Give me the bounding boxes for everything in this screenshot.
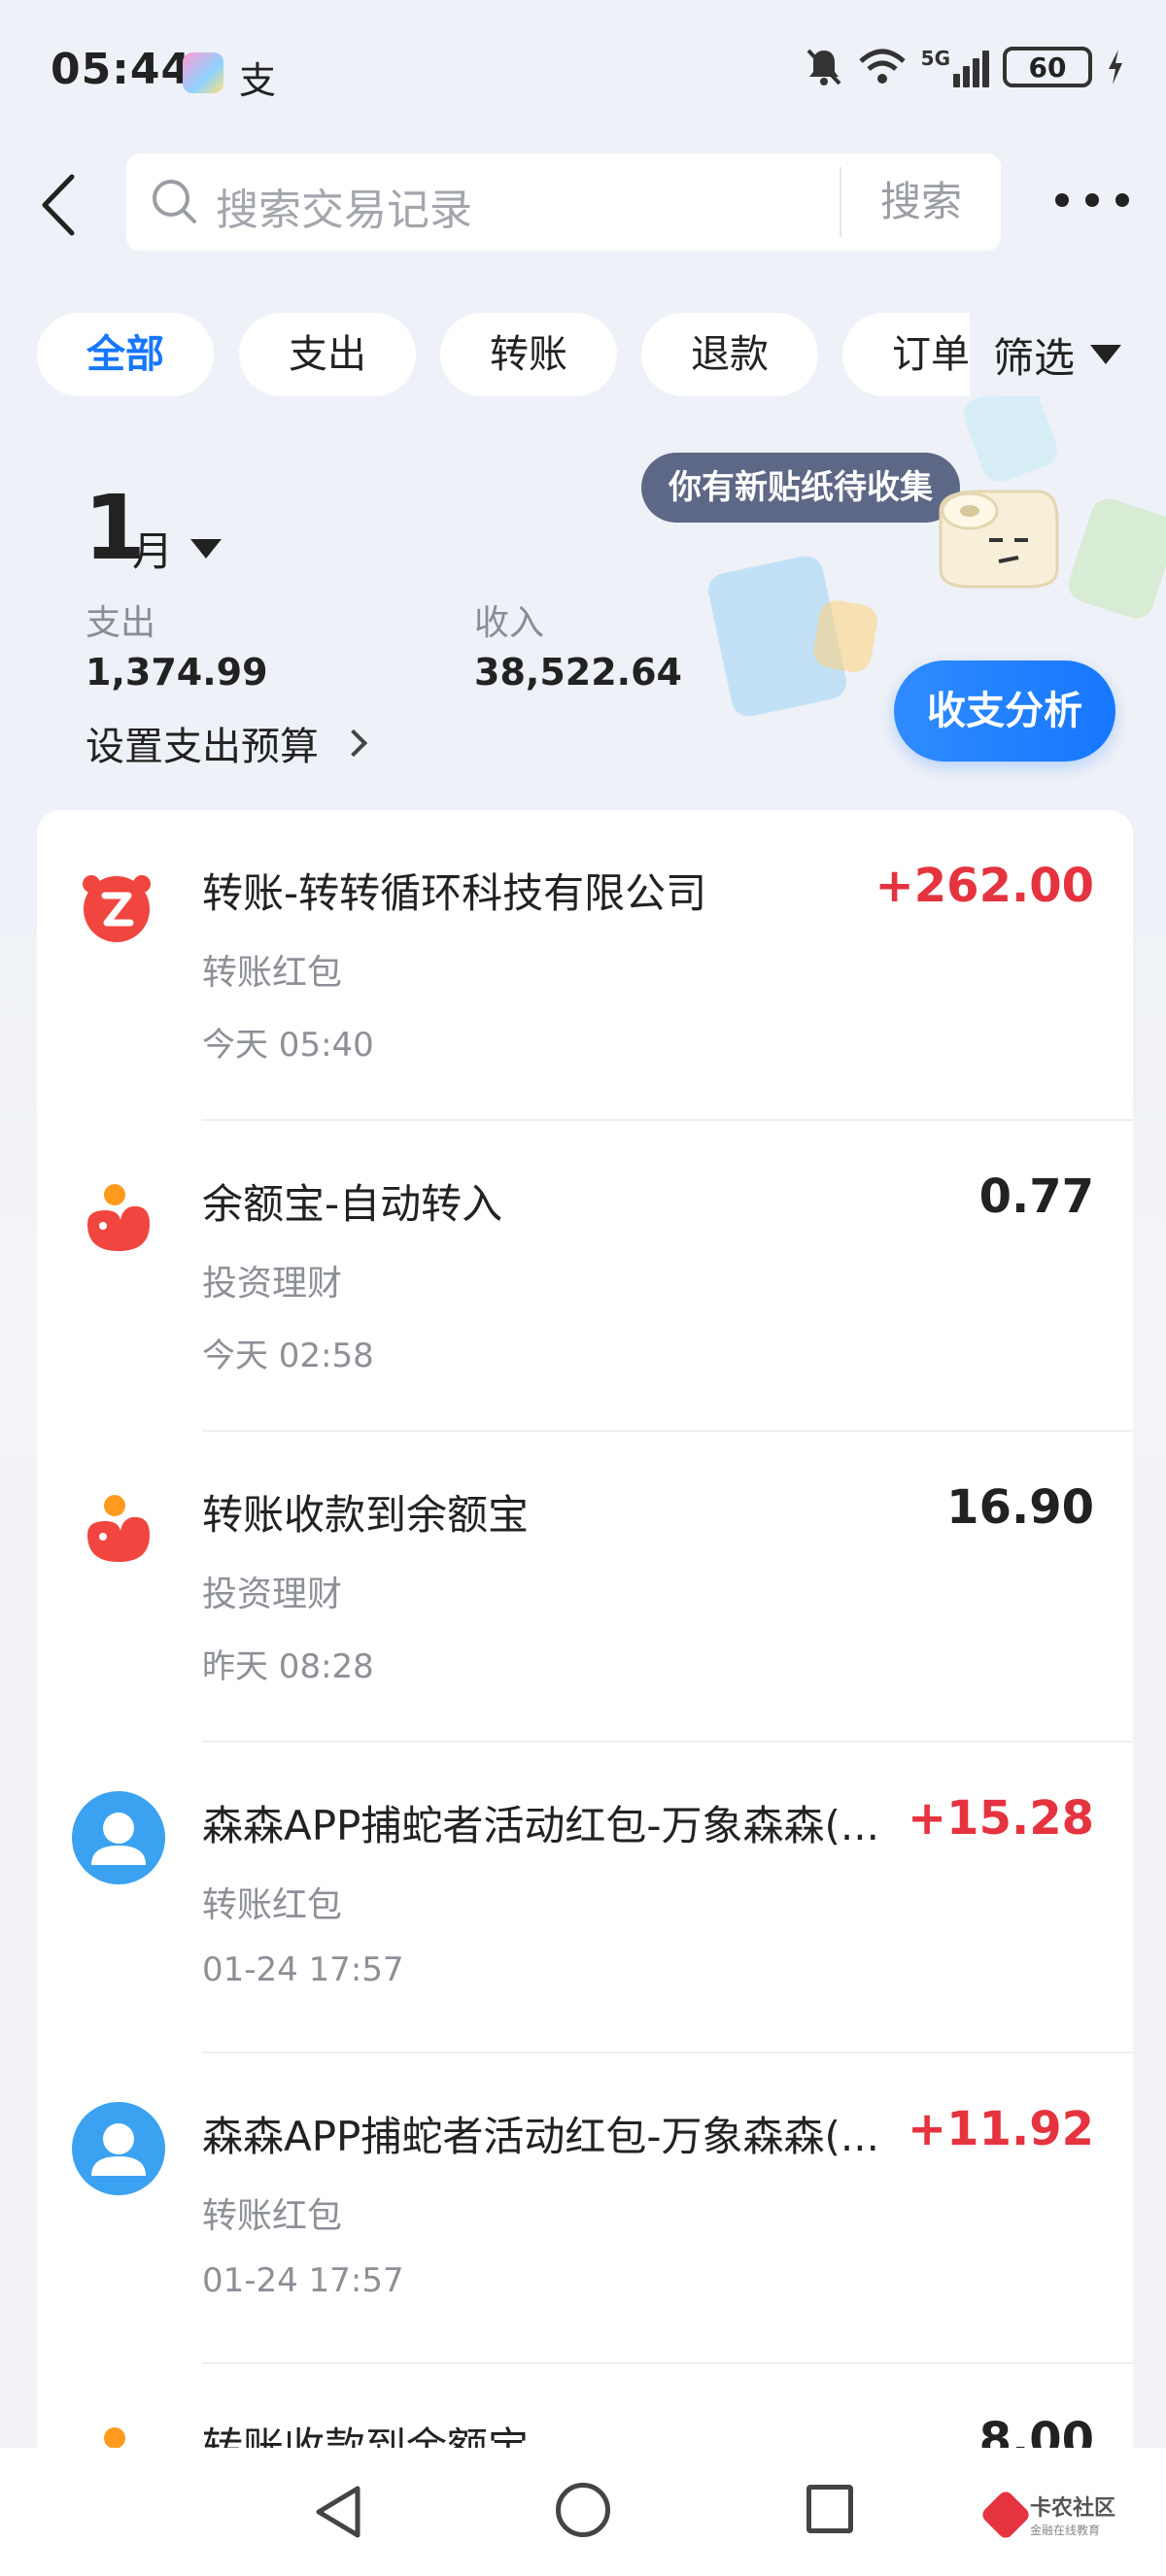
mute-bell-icon xyxy=(806,49,841,85)
income-value: 38,522.64 xyxy=(474,651,682,694)
set-budget-link[interactable]: 设置支出预算 xyxy=(86,715,368,771)
transaction-title: 森森APP捕蛇者活动红包-万象森森(... xyxy=(202,1802,879,1849)
status-bar: 05:44 支 5G 60 xyxy=(0,0,1166,146)
transaction-list: 转账-转转循环科技有限公司 转账红包 今天 05:40 +262.00 余额宝-… xyxy=(37,810,1133,2461)
watermark-title: 卡农社区 xyxy=(1030,2496,1116,2521)
toilet-roll-sticker-icon[interactable] xyxy=(921,472,1067,598)
back-arrow-icon xyxy=(42,174,75,236)
filter-label: 筛选 xyxy=(993,333,1076,382)
search-icon xyxy=(153,180,196,223)
snack-decoration xyxy=(810,597,880,675)
income-label: 收入 xyxy=(474,603,545,643)
set-budget-label: 设置支出预算 xyxy=(86,725,319,769)
search-input[interactable]: 搜索交易记录 xyxy=(216,175,472,237)
more-dot-icon xyxy=(1085,193,1099,207)
search-button[interactable]: 搜索 xyxy=(841,153,1001,251)
system-nav-bar: 卡农社区 金融在线教育 xyxy=(0,2448,1166,2576)
alipay-status-icon: 支 xyxy=(239,59,277,102)
zhuanzhuan-logo-icon xyxy=(83,875,151,942)
watermark-subtitle: 金融在线教育 xyxy=(1030,2524,1101,2537)
tab-refund[interactable]: 退款 xyxy=(641,313,818,396)
transaction-row[interactable]: 森森APP捕蛇者活动红包-万象森森(... 转账红包 01-24 17:57 +… xyxy=(37,1743,1133,2053)
game-app-icon xyxy=(183,52,223,93)
transaction-row[interactable]: 森森APP捕蛇者活动红包-万象森森(... 转账红包 01-24 17:57 +… xyxy=(37,2053,1133,2364)
transaction-time: 今天 05:40 xyxy=(202,1026,374,1065)
transaction-time: 01-24 17:57 xyxy=(202,2261,404,2300)
category-tabs: 全部 支出 转账 退款 订单 xyxy=(37,313,970,396)
transaction-amount: 0.77 xyxy=(978,1169,1094,1224)
tab-all[interactable]: 全部 xyxy=(37,313,214,396)
yuebao-icon xyxy=(87,1184,150,1251)
transaction-category: 转账红包 xyxy=(202,2196,343,2236)
nav-recent-apps-icon[interactable] xyxy=(806,2485,853,2533)
tab-expense[interactable]: 支出 xyxy=(239,313,416,396)
charging-icon xyxy=(1109,50,1122,85)
status-time: 05:44 xyxy=(51,45,192,94)
signal-5g-icon: 5G xyxy=(921,47,989,87)
transaction-title: 转账-转转循环科技有限公司 xyxy=(202,869,707,917)
more-options-button[interactable] xyxy=(1055,181,1129,220)
transaction-row[interactable]: 转账-转转循环科技有限公司 转账红包 今天 05:40 +262.00 xyxy=(37,810,1133,1121)
network-type: 5G xyxy=(920,47,950,70)
tab-order[interactable]: 订单 xyxy=(842,313,970,396)
transaction-category: 投资理财 xyxy=(202,1264,343,1304)
user-avatar-icon xyxy=(72,2102,165,2195)
caret-down-icon[interactable] xyxy=(190,539,222,559)
tab-transfer[interactable]: 转账 xyxy=(440,313,617,396)
expense-value: 1,374.99 xyxy=(86,651,268,694)
back-button[interactable] xyxy=(37,171,86,239)
watermark-logo-icon xyxy=(979,2488,1032,2541)
transaction-time: 今天 02:58 xyxy=(202,1337,374,1375)
filter-button[interactable]: 筛选 xyxy=(970,313,1135,396)
transaction-title: 转账收款到余额宝 xyxy=(202,1491,530,1539)
income-expense-analysis-button[interactable]: 收支分析 xyxy=(894,661,1115,762)
transaction-category: 转账红包 xyxy=(202,953,343,993)
yuebao-icon xyxy=(87,1495,150,1562)
watermark: 卡农社区 金融在线教育 xyxy=(979,2488,1116,2541)
transaction-amount: 16.90 xyxy=(946,1480,1094,1535)
transaction-category: 转账红包 xyxy=(202,1885,343,1925)
expense-label: 支出 xyxy=(86,603,156,643)
wifi-icon xyxy=(858,49,906,84)
transaction-row[interactable]: 转账收款到余额宝 8.00 xyxy=(37,2364,1133,2461)
transaction-amount: +11.92 xyxy=(907,2102,1094,2156)
transaction-row[interactable]: 余额宝-自动转入 投资理财 今天 02:58 0.77 xyxy=(37,1121,1133,1432)
snack-decoration xyxy=(1064,493,1166,624)
transaction-amount: +262.00 xyxy=(874,859,1094,913)
status-icons: 5G 60 xyxy=(805,47,1125,87)
more-dot-icon xyxy=(1055,193,1069,207)
more-dot-icon xyxy=(1115,193,1129,207)
search-bar[interactable]: 搜索交易记录 搜索 xyxy=(126,153,1001,251)
transaction-time: 昨天 08:28 xyxy=(202,1647,374,1686)
chevron-right-icon xyxy=(339,729,368,758)
nav-back-icon[interactable] xyxy=(311,2483,365,2541)
battery-icon: 60 xyxy=(1003,47,1092,87)
sticker-notice[interactable]: 你有新贴纸待收集 xyxy=(641,453,960,523)
transaction-title: 森森APP捕蛇者活动红包-万象森森(... xyxy=(202,2113,879,2160)
caret-down-icon xyxy=(1090,345,1122,364)
transaction-row[interactable]: 转账收款到余额宝 投资理财 昨天 08:28 16.90 xyxy=(37,1432,1133,1743)
transaction-title: 余额宝-自动转入 xyxy=(202,1180,503,1228)
user-avatar-icon xyxy=(72,1791,165,1884)
nav-home-icon[interactable] xyxy=(556,2483,610,2537)
transaction-amount: +15.28 xyxy=(907,1791,1094,1846)
transaction-category: 投资理财 xyxy=(202,1575,343,1614)
month-unit[interactable]: 月 xyxy=(132,519,173,578)
transaction-time: 01-24 17:57 xyxy=(202,1950,404,1989)
